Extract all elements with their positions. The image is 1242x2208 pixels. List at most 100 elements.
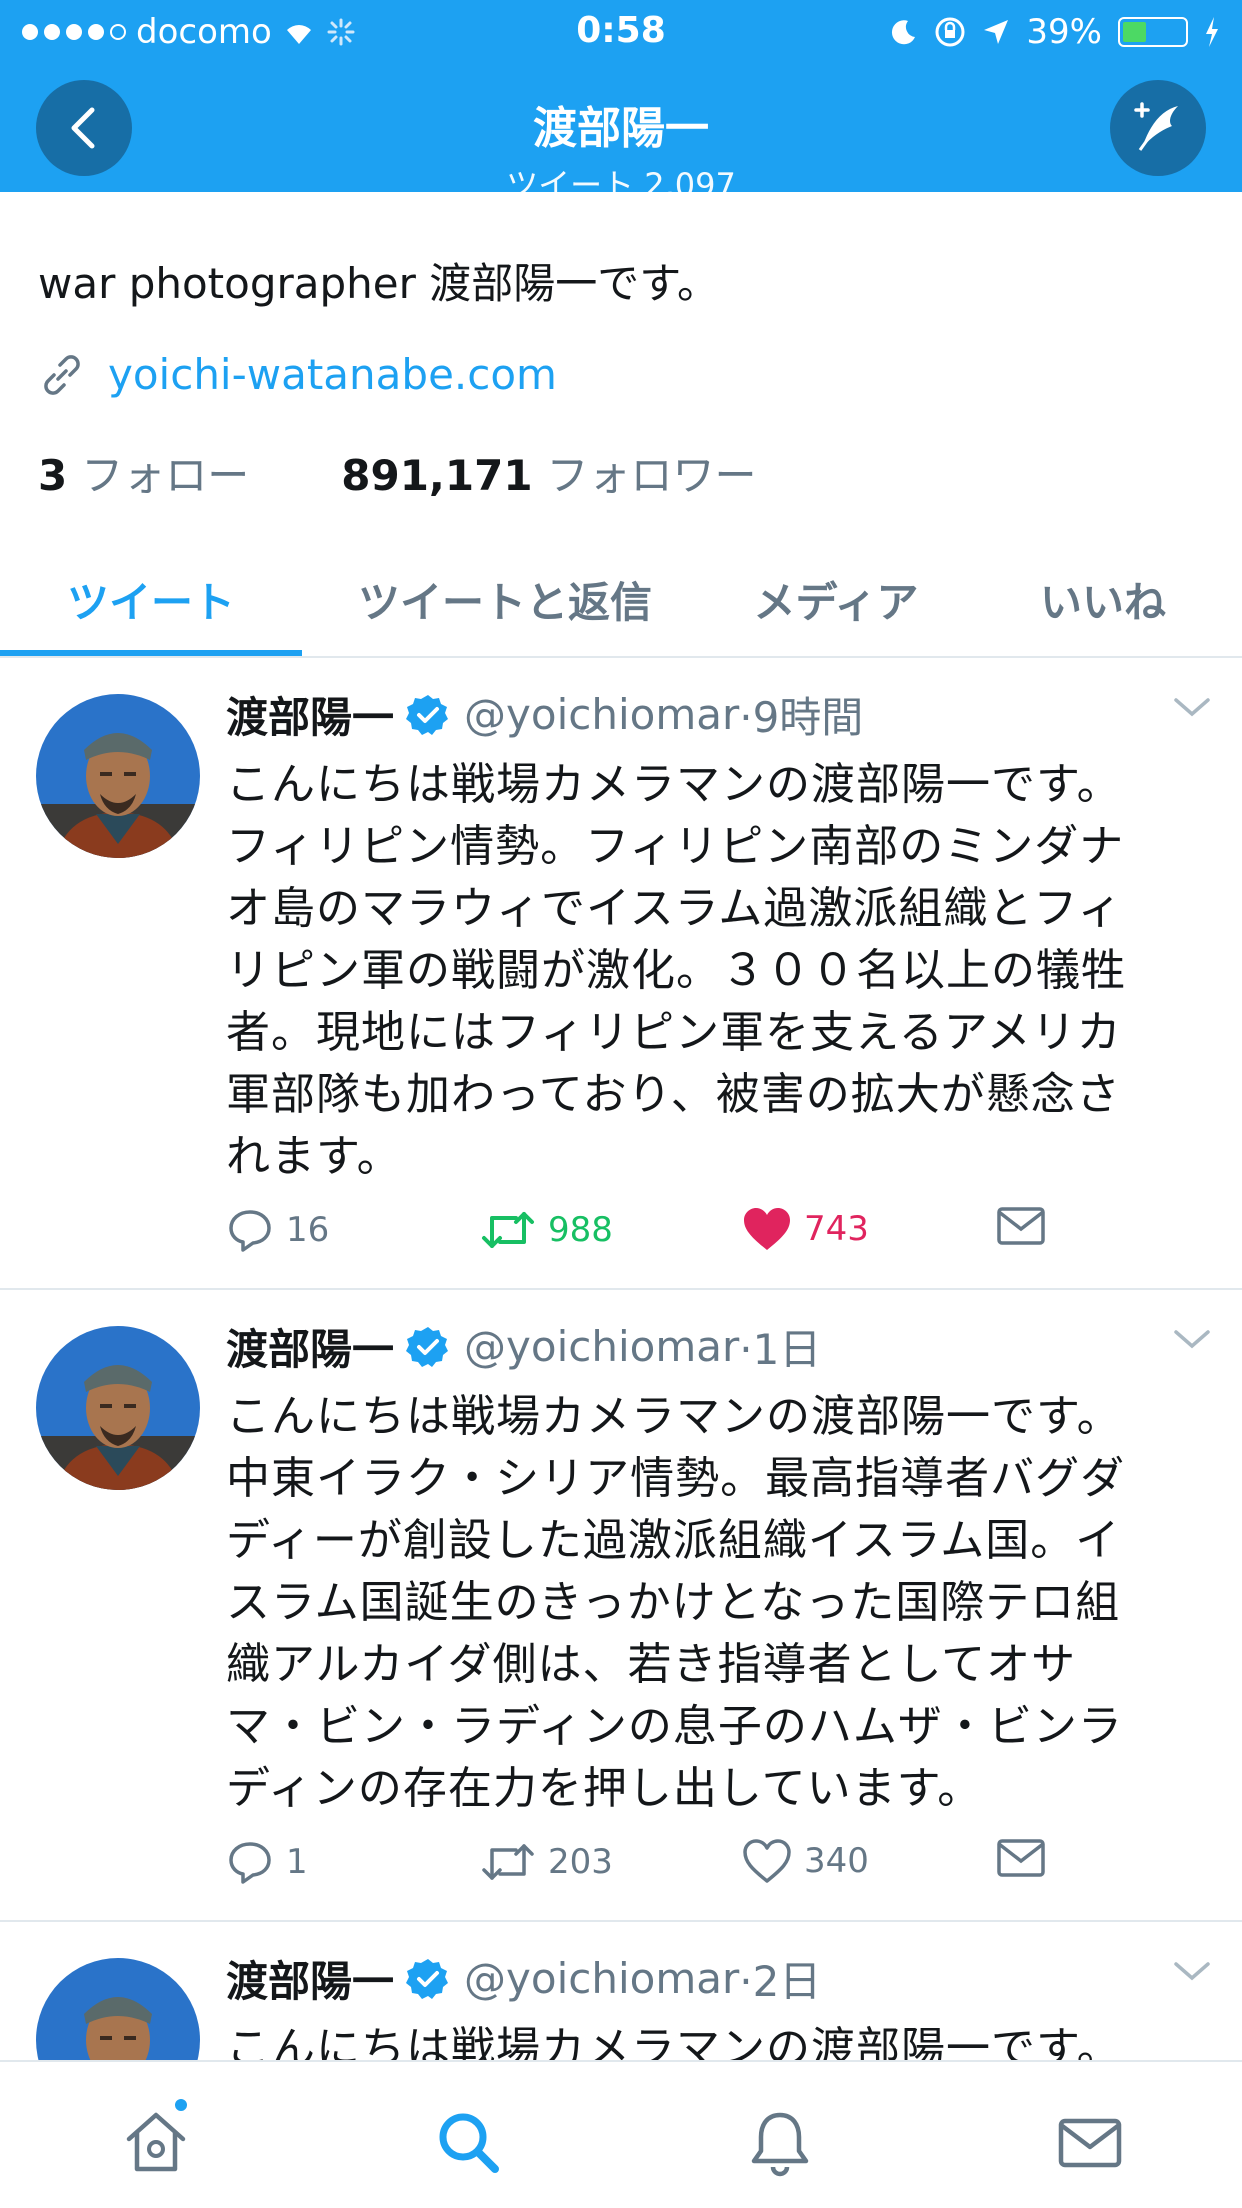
- tweet-line: ディンの存在力を押し出しています。: [226, 1763, 983, 1814]
- following-count: 3: [38, 451, 68, 500]
- avatar-photo: [36, 1958, 200, 2060]
- followers-count: 891,171: [341, 451, 533, 500]
- charging-icon: [1206, 17, 1218, 47]
- profile-link-row[interactable]: yoichi-watanabe.com: [38, 350, 557, 399]
- tweet-menu-chevron[interactable]: [1172, 1958, 1212, 1988]
- tweet-text: こんにちは戦場カメラマンの渡部陽一です。: [226, 2018, 1216, 2060]
- nav-title-block: 渡部陽一 ツイート 2,097: [0, 92, 1242, 206]
- avatar-photo: [36, 694, 200, 858]
- like-count: 743: [804, 1209, 869, 1249]
- retweet-count: 203: [548, 1842, 613, 1882]
- new-tweets-dot: [172, 2096, 190, 2114]
- reply-count: 16: [286, 1210, 330, 1250]
- active-tab-indicator: [0, 650, 302, 656]
- tweet-menu-chevron[interactable]: [1172, 694, 1212, 724]
- reply-button[interactable]: 1: [226, 1838, 308, 1886]
- tweet-author-name[interactable]: 渡部陽一: [226, 1948, 394, 2009]
- tab-tweets-and-replies[interactable]: ツイートと返信: [302, 540, 708, 658]
- reply-button[interactable]: 16: [226, 1206, 329, 1254]
- direct-message-button[interactable]: [996, 1206, 1046, 1246]
- tweet-line: ディーが創設した過激派組織イスラム国。イ: [226, 1515, 1121, 1566]
- tweet-line: フィリピン情勢。フィリピン南部のミンダナ: [226, 821, 1125, 872]
- profile-bio: war photographer 渡部陽一です。: [38, 259, 720, 308]
- chevron-down-icon: [1174, 1330, 1210, 1349]
- mail-icon: [1058, 2118, 1122, 2168]
- following-label: フォロー: [81, 451, 250, 500]
- tweet-author-name[interactable]: 渡部陽一: [226, 684, 394, 745]
- tweet-line: スラム国誕生のきっかけとなった国際テロ組: [226, 1577, 1121, 1628]
- tweet-menu-chevron[interactable]: [1172, 1326, 1212, 1356]
- tweet-time: ·1日: [739, 1325, 822, 1374]
- tweet-count: ツイート 2,097: [506, 166, 736, 204]
- tab-notifications[interactable]: [740, 2102, 820, 2182]
- tab-media[interactable]: メディア: [708, 540, 964, 658]
- followers-stat[interactable]: 891,171 フォロワー: [341, 442, 756, 503]
- tweet-actions: 1 203 340: [226, 1838, 1126, 1898]
- retweet-icon: [482, 1212, 534, 1248]
- profile-link[interactable]: yoichi-watanabe.com: [108, 350, 557, 399]
- tab-search[interactable]: [428, 2102, 508, 2182]
- chevron-down-icon: [1174, 1962, 1210, 1981]
- reply-icon: [229, 1842, 271, 1884]
- status-right: 39%: [890, 12, 1220, 52]
- tweet-handle[interactable]: @yoichiomar: [464, 1322, 739, 1371]
- tweet-item[interactable]: 渡部陽一 @yoichiomar ·9時間 こんにちは戦場カメラマンの渡部陽一で…: [0, 660, 1242, 1290]
- reply-icon: [229, 1210, 271, 1252]
- tweet-line: マ・ビン・ラディンの息子のハムザ・ビンラ: [226, 1701, 1123, 1752]
- reply-count: 1: [286, 1842, 308, 1882]
- like-button[interactable]: 340: [742, 1838, 869, 1884]
- follow-stats: 3 フォロー 891,171 フォロワー: [38, 442, 757, 503]
- mail-icon: [997, 1207, 1045, 1245]
- tweet-line: 軍部隊も加わっており、被害の拡大が懸念さ: [226, 1069, 1121, 1120]
- tweet-line: こんにちは戦場カメラマンの渡部陽一です。: [226, 2023, 1122, 2060]
- nav-title: 渡部陽一: [533, 103, 709, 154]
- header: docomo 0:58 39% 渡部陽一 ツイート 2,097: [0, 0, 1242, 204]
- nav-bar: 渡部陽一 ツイート 2,097: [0, 62, 1242, 204]
- avatar[interactable]: [36, 1958, 200, 2060]
- tab-likes[interactable]: いいね: [964, 540, 1242, 658]
- tweet-time: ·9時間: [739, 693, 864, 742]
- link-icon: [44, 354, 80, 395]
- tweet-item[interactable]: 渡部陽一 @yoichiomar ·1日 こんにちは戦場カメラマンの渡部陽一です…: [0, 1290, 1242, 1922]
- tweet-header: 渡部陽一 @yoichiomar ·1日: [226, 1316, 821, 1377]
- tweet-handle[interactable]: @yoichiomar: [464, 1954, 739, 2003]
- tweet-line: れます。: [226, 1131, 402, 1182]
- verified-badge-icon: [406, 693, 450, 737]
- direct-message-button[interactable]: [996, 1838, 1046, 1878]
- bottom-tab-bar: [0, 2060, 1242, 2208]
- avatar-photo: [36, 1326, 200, 1490]
- avatar[interactable]: [36, 1326, 200, 1490]
- like-button[interactable]: 743: [742, 1206, 869, 1252]
- tab-home[interactable]: [116, 2096, 196, 2182]
- tweet-line: 中東イラク・シリア情勢。最高指導者バグダ: [226, 1453, 1126, 1504]
- tweet-actions: 16 988 743: [226, 1206, 1126, 1266]
- retweet-button[interactable]: 203: [480, 1838, 613, 1886]
- location-icon: [984, 20, 1009, 44]
- tweet-line: オ島のマラウィでイスラム過激派組織とフィ: [226, 883, 1123, 934]
- search-icon: [439, 2113, 499, 2173]
- retweet-button[interactable]: 988: [480, 1206, 613, 1254]
- tweet-header: 渡部陽一 @yoichiomar ·2日: [226, 1948, 821, 2009]
- home-icon: [126, 2112, 186, 2172]
- tweet-line: こんにちは戦場カメラマンの渡部陽一です。: [226, 1391, 1122, 1442]
- retweet-icon: [482, 1844, 534, 1880]
- bell-icon: [751, 2112, 809, 2177]
- tweet-line: 者。現地にはフィリピン軍を支えるアメリカ: [226, 1007, 1122, 1058]
- rotation-lock-icon: [935, 17, 965, 47]
- avatar[interactable]: [36, 694, 200, 858]
- verified-badge-icon: [406, 1325, 450, 1369]
- retweet-count: 988: [548, 1210, 613, 1250]
- tweet-handle[interactable]: @yoichiomar: [464, 690, 739, 739]
- following-stat[interactable]: 3 フォロー: [38, 442, 249, 503]
- tweet-author-name[interactable]: 渡部陽一: [226, 1316, 394, 1377]
- tweet-item[interactable]: 渡部陽一 @yoichiomar ·2日 こんにちは戦場カメラマンの渡部陽一です…: [0, 1922, 1242, 2060]
- tab-messages[interactable]: [1050, 2102, 1130, 2182]
- tweet-text: こんにちは戦場カメラマンの渡部陽一です。 フィリピン情勢。フィリピン南部のミンダ…: [226, 754, 1216, 1188]
- tweet-line: 織アルカイダ側は、若き指導者としてオサ: [226, 1639, 1077, 1690]
- compose-tweet-button[interactable]: [1110, 80, 1206, 176]
- tab-tweets[interactable]: ツイート: [0, 540, 302, 658]
- status-bar: docomo 0:58 39%: [0, 0, 1242, 62]
- moon-icon: [892, 20, 916, 45]
- chevron-down-icon: [1174, 698, 1210, 717]
- verified-badge-icon: [406, 1957, 450, 2001]
